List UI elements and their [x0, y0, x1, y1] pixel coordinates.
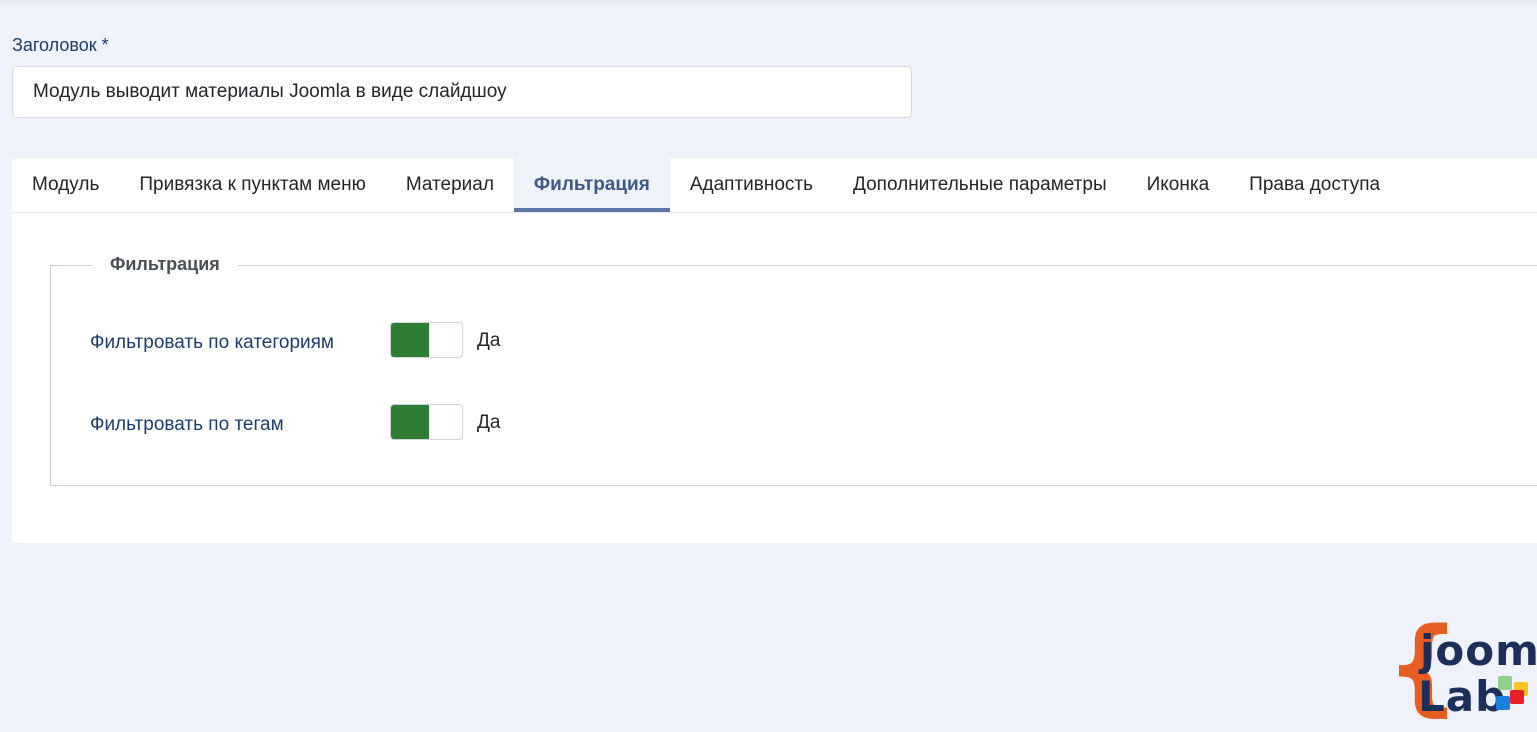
logo-square-red: [1510, 690, 1524, 704]
tab-filtering[interactable]: Фильтрация: [513, 158, 670, 212]
filter-by-tags-toggle[interactable]: [390, 404, 463, 440]
filter-by-categories-label: Фильтровать по категориям: [90, 332, 334, 353]
logo-square-blue: [1496, 696, 1510, 710]
title-input[interactable]: [12, 66, 912, 118]
toggle-knob: [391, 405, 429, 439]
filter-by-categories-toggle[interactable]: [390, 322, 463, 358]
tab-bar: Модуль Привязка к пунктам меню Материал …: [12, 158, 1537, 213]
filtering-fieldset: Фильтрация Фильтровать по категориям Да …: [50, 254, 1537, 486]
tab-advanced-parameters[interactable]: Дополнительные параметры: [833, 158, 1127, 212]
tab-icon[interactable]: Иконка: [1127, 158, 1230, 212]
logo-text-joom: joom: [1420, 626, 1537, 675]
module-settings-card: Модуль Привязка к пунктам меню Материал …: [12, 158, 1537, 543]
filter-by-categories-value: Да: [477, 330, 501, 351]
title-field-label: Заголовок *: [12, 35, 109, 55]
top-bar-shadow: [0, 0, 1537, 5]
logo-square-green: [1498, 676, 1512, 690]
fieldset-legend: Фильтрация: [92, 254, 238, 275]
toggle-knob: [391, 323, 429, 357]
tab-adaptivity[interactable]: Адаптивность: [670, 158, 833, 212]
logo-text-lab: Lab: [1418, 672, 1507, 721]
joomlab-logo: { joom Lab: [1386, 614, 1537, 725]
tab-permissions[interactable]: Права доступа: [1229, 158, 1400, 212]
tab-menu-assignment[interactable]: Привязка к пунктам меню: [119, 158, 385, 212]
filter-by-tags-label: Фильтровать по тегам: [90, 414, 284, 435]
filter-by-tags-value: Да: [477, 412, 501, 433]
tab-module[interactable]: Модуль: [12, 158, 119, 212]
tab-article[interactable]: Материал: [386, 158, 514, 212]
